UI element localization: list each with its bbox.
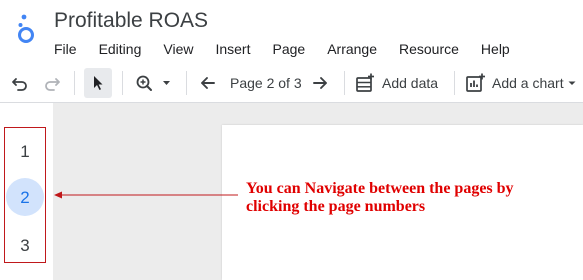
toolbar-divider	[186, 71, 187, 95]
arrow-right-icon	[313, 77, 327, 89]
page-indicator: Page 2 of 3	[230, 75, 302, 91]
menu-arrange[interactable]: Arrange	[327, 40, 377, 58]
add-data-button[interactable]: Add data	[354, 70, 444, 96]
redo-button[interactable]	[40, 72, 64, 94]
add-data-icon	[356, 73, 374, 92]
arrow-left-icon	[201, 77, 215, 89]
annotation-arrow	[54, 191, 238, 199]
menu-editing[interactable]: Editing	[99, 40, 142, 58]
toolbar-divider	[74, 71, 75, 95]
zoom-icon	[136, 75, 170, 91]
menu-insert[interactable]: Insert	[215, 40, 250, 58]
toolbar-divider	[344, 71, 345, 95]
undo-icon	[12, 78, 27, 91]
previous-page-button[interactable]	[196, 72, 220, 94]
looker-studio-logo-icon	[16, 13, 36, 45]
page-number-3[interactable]: 3	[5, 236, 45, 256]
cursor-arrow-icon	[94, 76, 103, 90]
page-number-2[interactable]: 2	[5, 188, 45, 208]
menu-help[interactable]: Help	[481, 40, 510, 58]
redo-icon	[45, 78, 60, 91]
undo-button[interactable]	[8, 72, 32, 94]
add-chart-button[interactable]: Add a chart	[464, 70, 583, 96]
zoom-button[interactable]	[134, 72, 174, 94]
chevron-down-icon	[568, 81, 576, 85]
add-data-label: Add data	[382, 75, 439, 91]
page-number-1[interactable]: 1	[5, 142, 45, 162]
menu-bar: File Editing View Insert Page Arrange Re…	[54, 40, 510, 58]
toolbar-divider	[122, 71, 123, 95]
menu-view[interactable]: View	[163, 40, 193, 58]
next-page-button[interactable]	[308, 72, 332, 94]
add-chart-icon	[466, 73, 485, 92]
menu-page[interactable]: Page	[272, 40, 305, 58]
add-chart-label: Add a chart	[492, 75, 564, 91]
select-tool-button[interactable]	[84, 68, 112, 98]
menu-file[interactable]: File	[54, 40, 77, 58]
menu-resource[interactable]: Resource	[399, 40, 459, 58]
toolbar-divider	[454, 71, 455, 95]
annotation-text: You can Navigate between the pages by cl…	[246, 180, 514, 215]
report-title[interactable]: Profitable ROAS	[54, 9, 208, 33]
